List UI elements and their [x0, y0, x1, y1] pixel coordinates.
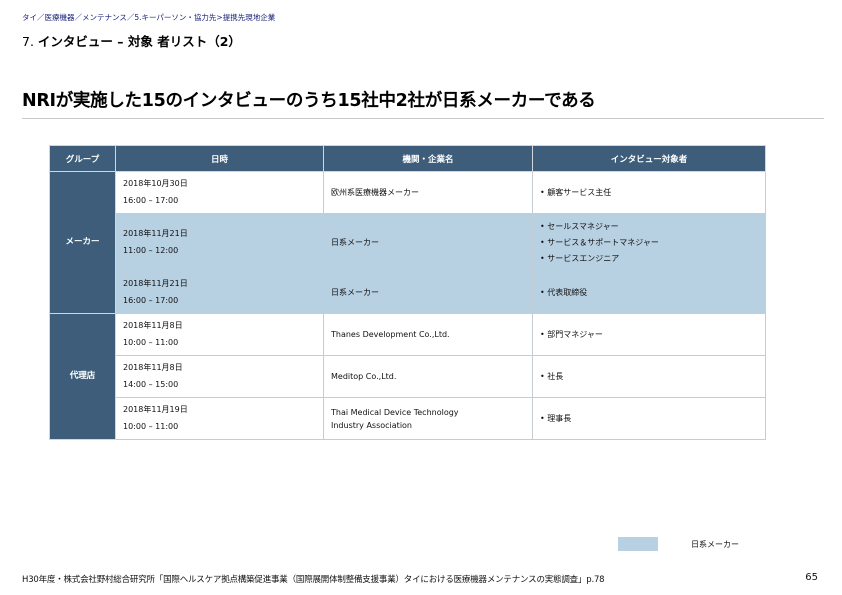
- time-text: 11:00 – 12:00: [123, 245, 179, 255]
- date-text: 2018年11月8日: [123, 363, 183, 372]
- section-subtitle: 7. インタビュー – 対象 者リスト（2）: [22, 31, 241, 50]
- organization-text: Thanes Development Co.,Ltd.: [331, 330, 450, 339]
- organization-text: 欧州系医療機器メーカー: [331, 188, 419, 197]
- table-row-japanese: 2018年11月21日 11:00 – 12:00 日系メーカー • セールスマ…: [50, 213, 766, 272]
- group-cell-maker: メーカー: [49, 171, 116, 314]
- legend-label: 日系メーカー: [691, 540, 739, 549]
- interviewee-cell: • 顧客サービス主任: [532, 171, 766, 214]
- breadcrumb: タイ／医療機器／メンテナンス／5.キーパーソン・協力先>提携先現地企業: [22, 13, 276, 22]
- headline-divider: [22, 118, 824, 119]
- time-text: 10:00 – 11:00: [123, 421, 179, 431]
- date-text: 2018年11月8日: [123, 321, 183, 330]
- interviewee-item: • 理事長: [540, 413, 572, 423]
- date-text: 2018年10月30日: [123, 179, 188, 188]
- organization-text: Meditop Co.,Ltd.: [331, 372, 397, 381]
- interviewee-cell: • 部門マネジャー: [532, 313, 766, 356]
- organization-cell: 日系メーカー: [323, 271, 533, 314]
- section-number: 7.: [22, 34, 34, 49]
- group-cell-agency: 代理店: [49, 313, 116, 440]
- table-row: 2018年11月19日 10:00 – 11:00 Thai Medical D…: [50, 397, 766, 440]
- datetime-cell: 2018年10月30日 16:00 – 17:00: [115, 171, 324, 214]
- interviewee-cell: • 社長: [532, 355, 766, 398]
- organization-cell: Thanes Development Co.,Ltd.: [323, 313, 533, 356]
- interviewee-item: • サービスエンジニア: [540, 253, 620, 263]
- table-row-japanese: 2018年11月21日 16:00 – 17:00 日系メーカー • 代表取締役: [50, 271, 766, 314]
- interviewee-item: • 代表取締役: [540, 287, 588, 297]
- time-text: 14:00 – 15:00: [123, 379, 179, 389]
- interview-table: グループ 日時 機関・企業名 インタビュー対象者 メーカー 2018年10月30…: [49, 145, 766, 440]
- organization-text: Thai Medical Device Technology: [331, 407, 459, 417]
- datetime-cell: 2018年11月8日 14:00 – 15:00: [115, 355, 324, 398]
- datetime-cell: 2018年11月21日 11:00 – 12:00: [115, 213, 324, 272]
- time-text: 16:00 – 17:00: [123, 295, 179, 305]
- time-text: 16:00 – 17:00: [123, 195, 179, 205]
- section-label: インタビュー – 対象 者リスト（2）: [37, 34, 241, 49]
- header-datetime: 日時: [115, 145, 324, 172]
- organization-text: 日系メーカー: [331, 238, 379, 247]
- page-headline: NRIが実施した15のインタビューのうち15社中2社が日系メーカーである: [22, 91, 596, 111]
- time-text: 10:00 – 11:00: [123, 337, 179, 347]
- date-text: 2018年11月19日: [123, 405, 188, 414]
- table-row: 代理店 2018年11月8日 10:00 – 11:00 Thanes Deve…: [49, 313, 766, 440]
- organization-text: 日系メーカー: [331, 288, 379, 297]
- interviewee-item: • 部門マネジャー: [540, 329, 603, 339]
- table-header-row: グループ 日時 機関・企業名 インタビュー対象者: [49, 145, 766, 172]
- header-group: グループ: [49, 145, 116, 172]
- interviewee-item: • サービス＆サポートマネジャー: [540, 237, 659, 247]
- interviewee-item: • セールスマネジャー: [540, 221, 619, 231]
- header-interviewee: インタビュー対象者: [532, 145, 766, 172]
- table-row: 2018年11月8日 14:00 – 15:00 Meditop Co.,Ltd…: [50, 355, 766, 398]
- organization-text: Industry Association: [331, 420, 412, 430]
- date-text: 2018年11月21日: [123, 229, 188, 238]
- page-number: 65: [805, 572, 818, 583]
- interviewee-item: • 顧客サービス主任: [540, 187, 612, 197]
- datetime-cell: 2018年11月8日 10:00 – 11:00: [115, 313, 324, 356]
- footer-source: H30年度・株式会社野村総合研究所「国際ヘルスケア拠点構築促進事業（国際展開体制…: [22, 575, 605, 585]
- table-row: メーカー 2018年10月30日 16:00 – 17:00 欧州系医療機器メー…: [49, 171, 766, 314]
- interviewee-cell: • 理事長: [532, 397, 766, 440]
- date-text: 2018年11月21日: [123, 279, 188, 288]
- interviewee-item: • 社長: [540, 371, 564, 381]
- datetime-cell: 2018年11月21日 16:00 – 17:00: [115, 271, 324, 314]
- organization-cell: 欧州系医療機器メーカー: [323, 171, 533, 214]
- datetime-cell: 2018年11月19日 10:00 – 11:00: [115, 397, 324, 440]
- organization-cell: 日系メーカー: [323, 213, 533, 272]
- organization-cell: Thai Medical Device Technology Industry …: [323, 397, 533, 440]
- interviewee-cell: • 代表取締役: [532, 271, 766, 314]
- legend-swatch: [618, 537, 658, 551]
- header-organization: 機関・企業名: [323, 145, 533, 172]
- interviewee-cell: • セールスマネジャー • サービス＆サポートマネジャー • サービスエンジニア: [532, 213, 766, 272]
- organization-cell: Meditop Co.,Ltd.: [323, 355, 533, 398]
